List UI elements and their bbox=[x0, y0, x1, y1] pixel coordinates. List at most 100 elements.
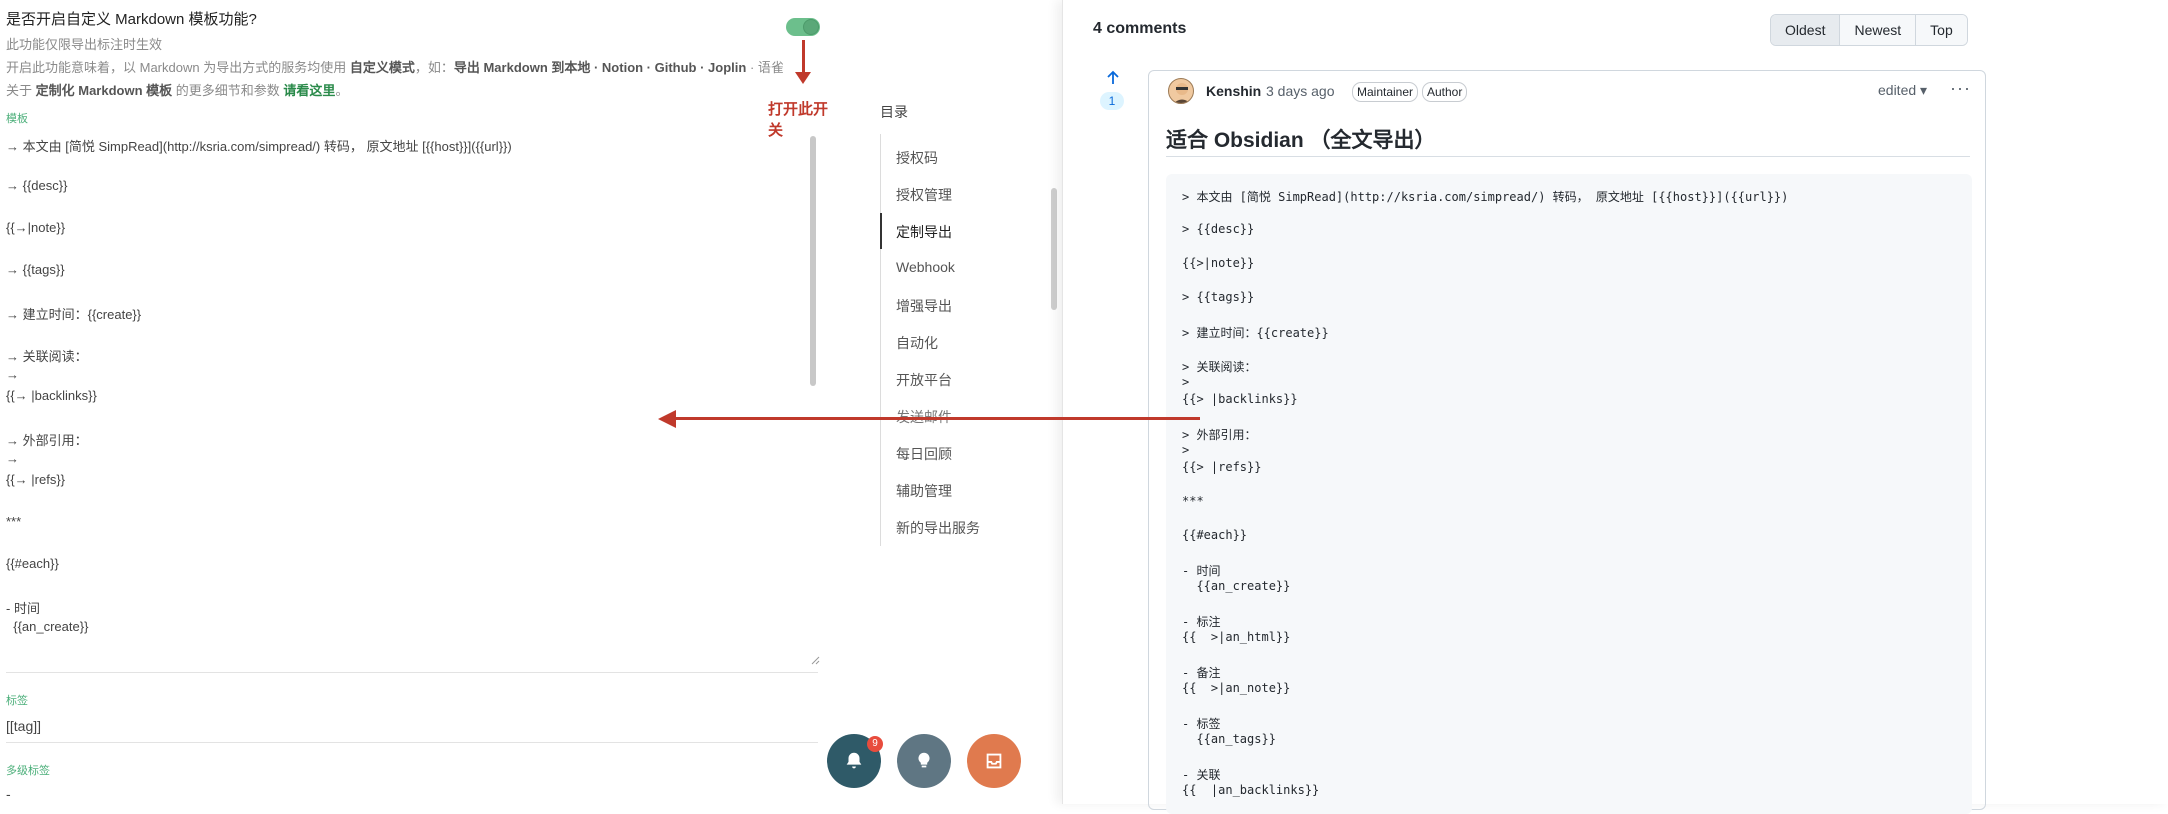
code-line: {{ >|an_html}} bbox=[1182, 630, 1291, 644]
template-line: *** bbox=[6, 514, 22, 529]
about-bold: 定制化 Markdown 模板 bbox=[35, 83, 173, 98]
toggle-knob bbox=[803, 19, 819, 35]
template-line: {{#each}} bbox=[6, 556, 59, 571]
template-scrollbar[interactable] bbox=[810, 136, 816, 386]
inbox-button[interactable] bbox=[967, 734, 1021, 788]
toc-title: 目录 bbox=[880, 104, 908, 120]
desc-suffix: · 语雀 bbox=[746, 60, 784, 75]
sort-newest-button[interactable]: Newest bbox=[1839, 15, 1916, 45]
about-link[interactable]: 请看这里 bbox=[283, 83, 335, 98]
toc-item[interactable]: 每日回顾 bbox=[896, 444, 952, 464]
tag-label: 标签 bbox=[6, 695, 28, 707]
code-line: - 备注 bbox=[1182, 666, 1221, 680]
template-line: → 外部引用： bbox=[6, 433, 88, 448]
comment-author[interactable]: Kenshin bbox=[1206, 83, 1261, 99]
code-line: {{an_tags}} bbox=[1182, 732, 1276, 746]
sort-segmented-control: Oldest Newest Top bbox=[1770, 14, 1968, 46]
upvote-count: 1 bbox=[1100, 92, 1124, 110]
code-line: - 关联 bbox=[1182, 768, 1221, 782]
toc-item[interactable]: 自动化 bbox=[896, 333, 938, 353]
multi-tag-input[interactable]: - bbox=[6, 786, 11, 802]
code-line: > bbox=[1182, 375, 1190, 389]
code-line: > 建立时间：{{create}} bbox=[1182, 326, 1329, 340]
more-options-icon[interactable]: ··· bbox=[1950, 78, 1971, 99]
inbox-icon bbox=[986, 753, 1002, 769]
code-line: {{> |backlinks}} bbox=[1182, 392, 1298, 406]
code-line: > 本文由 [简悦 SimpRead](http://ksria.com/sim… bbox=[1182, 190, 1789, 204]
setting-description: 开启此功能意味着，以 Markdown 为导出方式的服务均使用 自定义模式，如：… bbox=[6, 57, 784, 76]
upvote-arrow-icon[interactable] bbox=[1106, 70, 1120, 91]
divider bbox=[6, 672, 818, 673]
tag-input[interactable]: [[tag]] bbox=[6, 718, 41, 734]
setting-about: 关于 定制化 Markdown 模板 的更多细节和参数 请看这里。 bbox=[6, 80, 348, 99]
about-mid: 的更多细节和参数 bbox=[175, 83, 280, 98]
toc-item[interactable]: 授权码 bbox=[896, 148, 938, 168]
hint-arrow-shaft bbox=[802, 40, 805, 76]
desc-mode: 自定义模式 bbox=[349, 60, 415, 75]
setting-subtitle: 此功能仅限导出标注时生效 bbox=[6, 37, 163, 52]
template-line: {{an_create}} bbox=[6, 619, 89, 634]
template-line: → {{tags}} bbox=[6, 262, 65, 277]
desc-prefix: 开启此功能意味着，以 Markdown 为导出方式的服务均使用 bbox=[6, 60, 347, 75]
template-line: → bbox=[6, 367, 19, 382]
tips-button[interactable] bbox=[897, 734, 951, 788]
bell-icon bbox=[846, 752, 862, 769]
code-line: > 关联阅读： bbox=[1182, 360, 1257, 374]
toc-item[interactable]: 开放平台 bbox=[896, 370, 952, 390]
template-line: → 建立时间：{{create}} bbox=[6, 307, 142, 322]
code-line: > bbox=[1182, 443, 1190, 457]
code-line: {{#each}} bbox=[1182, 528, 1248, 542]
toc-item[interactable]: Webhook bbox=[896, 259, 955, 275]
toc-item[interactable]: 辅助管理 bbox=[896, 481, 952, 501]
toc-item[interactable]: 定制导出 bbox=[896, 222, 952, 242]
toc-item[interactable]: 增强导出 bbox=[896, 296, 952, 316]
code-line: {{> |refs}} bbox=[1182, 460, 1262, 474]
template-line: {{→|note}} bbox=[6, 220, 66, 235]
code-block: > 本文由 [简悦 SimpRead](http://ksria.com/sim… bbox=[1166, 174, 1972, 814]
multi-tag-label: 多级标签 bbox=[6, 765, 50, 777]
markdown-template-toggle[interactable] bbox=[786, 18, 820, 36]
code-line: > {{tags}} bbox=[1182, 290, 1255, 304]
setting-title: 是否开启自定义 Markdown 模板功能? bbox=[6, 11, 257, 28]
template-line: {{→ |refs}} bbox=[6, 472, 66, 487]
sort-top-button[interactable]: Top bbox=[1915, 15, 1967, 45]
annotation-arrow-shaft bbox=[676, 417, 1200, 420]
toc-item[interactable]: 新的导出服务 bbox=[896, 518, 980, 538]
code-line: - 时间 bbox=[1182, 564, 1221, 578]
template-line: → bbox=[6, 451, 19, 466]
template-line: → 本文由 [简悦 SimpRead](http://ksria.com/sim… bbox=[6, 139, 512, 154]
toc-item[interactable]: 授权管理 bbox=[896, 185, 952, 205]
desc-mid: ，如： bbox=[414, 60, 454, 75]
code-line: {{>|note}} bbox=[1182, 256, 1255, 270]
template-line: → {{desc}} bbox=[6, 178, 68, 193]
page-scrollbar[interactable] bbox=[1051, 188, 1057, 310]
resize-grip-icon[interactable] bbox=[808, 652, 820, 665]
template-line: {{→ |backlinks}} bbox=[6, 388, 97, 403]
avatar[interactable] bbox=[1168, 78, 1194, 104]
hint-arrow-head bbox=[795, 72, 811, 84]
about-prefix: 关于 bbox=[6, 83, 33, 98]
maintainer-badge: Maintainer bbox=[1352, 82, 1419, 102]
code-line: *** bbox=[1182, 494, 1204, 508]
edited-dropdown[interactable]: edited ▾ bbox=[1878, 82, 1927, 99]
code-line: > 外部引用： bbox=[1182, 428, 1257, 442]
sort-oldest-button[interactable]: Oldest bbox=[1771, 15, 1840, 45]
template-line: - 时间 bbox=[6, 601, 40, 616]
template-textarea[interactable]: → 本文由 [简悦 SimpRead](http://ksria.com/sim… bbox=[6, 132, 818, 664]
comment-title: 适合 Obsidian （全文导出） bbox=[1166, 129, 1436, 152]
template-label: 模板 bbox=[6, 113, 28, 125]
about-end: 。 bbox=[335, 83, 349, 98]
edited-label: edited bbox=[1878, 82, 1917, 98]
toc-rule bbox=[880, 134, 881, 546]
notifications-button[interactable]: 9 bbox=[827, 734, 883, 788]
comment-count: 4 comments bbox=[1093, 20, 1187, 37]
settings-panel: 是否开启自定义 Markdown 模板功能? 此功能仅限导出标注时生效 开启此功… bbox=[0, 0, 830, 804]
desc-targets: 导出 Markdown 到本地 · Notion · Github · Jopl… bbox=[453, 60, 747, 75]
chevron-down-icon: ▾ bbox=[1920, 82, 1928, 98]
author-badge: Author bbox=[1422, 82, 1468, 102]
lightbulb-icon bbox=[918, 752, 930, 768]
code-line: - 标签 bbox=[1182, 717, 1221, 731]
comment-time[interactable]: 3 days ago bbox=[1266, 83, 1335, 99]
divider bbox=[6, 742, 818, 743]
template-line: → 关联阅读： bbox=[6, 349, 88, 364]
